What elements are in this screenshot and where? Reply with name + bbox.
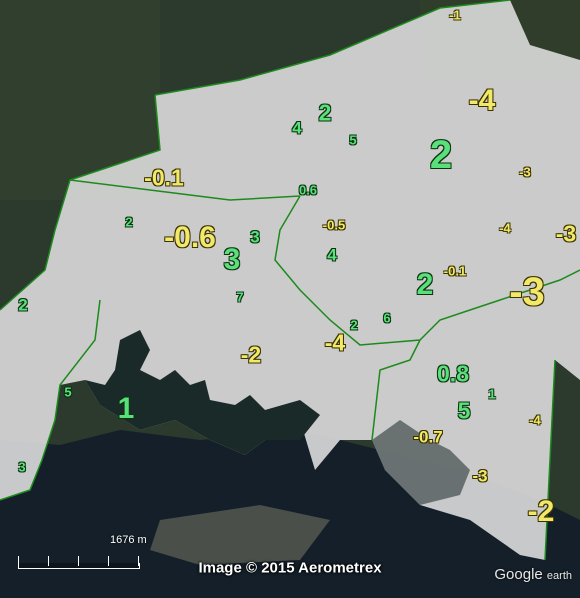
map-label: 5 bbox=[64, 384, 72, 400]
map-label: -2 bbox=[527, 495, 555, 528]
map-label: -4 bbox=[499, 220, 511, 236]
map-label: -3 bbox=[472, 466, 488, 486]
map-label: -4 bbox=[324, 329, 346, 356]
scale-bar-line bbox=[18, 563, 140, 569]
map-label: 3 bbox=[18, 459, 26, 475]
map-label: 1 bbox=[117, 392, 135, 425]
scale-tick bbox=[18, 556, 19, 566]
map-label: 2 bbox=[350, 317, 358, 333]
map-label: 2 bbox=[416, 268, 434, 301]
scale-label: 1676 m bbox=[110, 534, 147, 546]
map-label: 1 bbox=[488, 386, 496, 402]
scale-tick bbox=[78, 556, 79, 566]
map-label: 5 bbox=[457, 397, 471, 424]
map-label: -4 bbox=[468, 84, 496, 117]
map-label: -0.6 bbox=[164, 221, 216, 254]
map-label: -0.1 bbox=[443, 263, 467, 279]
map-label: 2 bbox=[18, 295, 28, 315]
logo-sub: earth bbox=[546, 570, 572, 582]
map-view[interactable]: -1 -4 2 4 5 2 -3 -0.1 0.6 2 -0.6 3 3 -0.… bbox=[0, 0, 580, 598]
map-label: 0.6 bbox=[298, 182, 318, 198]
image-attribution: Image © 2015 Aerometrex bbox=[198, 559, 382, 577]
map-label: 0.8 bbox=[437, 360, 469, 387]
scale-tick bbox=[138, 556, 139, 566]
map-label: 7 bbox=[236, 289, 244, 305]
map-label: 3 bbox=[223, 243, 241, 276]
scale-bar: 1676 m bbox=[18, 534, 168, 572]
scale-tick bbox=[48, 556, 49, 566]
map-label: 2 bbox=[318, 99, 332, 126]
map-label: 4 bbox=[292, 118, 302, 138]
google-earth-logo: Google earth bbox=[494, 566, 572, 583]
map-label: 2 bbox=[429, 133, 453, 177]
map-label: 4 bbox=[327, 245, 337, 265]
map-label: 2 bbox=[125, 214, 133, 230]
map-label: -3 bbox=[555, 220, 577, 247]
map-label: -1 bbox=[449, 7, 461, 23]
map-label: 3 bbox=[250, 227, 260, 247]
map-label: -4 bbox=[529, 412, 541, 428]
map-label: -0.5 bbox=[322, 217, 346, 233]
map-label: 5 bbox=[349, 132, 357, 148]
map-label: -0.1 bbox=[144, 164, 184, 191]
logo-main: Google bbox=[494, 566, 543, 583]
map-label: -3 bbox=[509, 270, 545, 314]
map-label: 6 bbox=[383, 310, 391, 326]
scale-tick bbox=[108, 556, 109, 566]
map-label: -2 bbox=[240, 341, 262, 368]
map-label: -3 bbox=[519, 164, 531, 180]
map-label: -0.7 bbox=[413, 427, 443, 447]
